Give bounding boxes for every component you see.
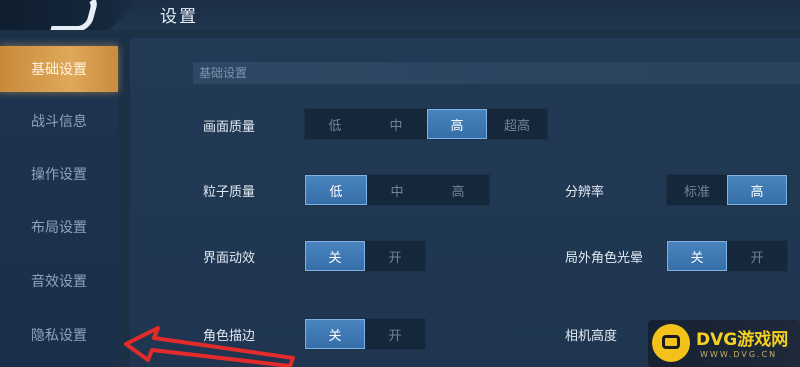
sidebar-item-privacy[interactable]: 隐私设置 bbox=[0, 312, 118, 358]
particle-quality-label: 粒子质量 bbox=[203, 185, 256, 200]
char-outline-toggle: 关 开 bbox=[304, 318, 426, 350]
picture-quality-selector: 低 中 高 超高 bbox=[304, 108, 548, 140]
char-outline-off[interactable]: 关 bbox=[305, 319, 365, 349]
picture-quality-label: 画面质量 bbox=[203, 120, 256, 135]
picture-quality-low[interactable]: 低 bbox=[305, 109, 365, 139]
section-header: 基础设置 bbox=[193, 62, 800, 84]
resolution-high[interactable]: 高 bbox=[727, 175, 787, 205]
watermark-brand: DVG游戏网 bbox=[696, 330, 789, 350]
watermark-domain: WWW.DVG.CN bbox=[700, 350, 778, 359]
sidebar-item-controls[interactable]: 操作设置 bbox=[0, 151, 118, 197]
outline-glow-off[interactable]: 关 bbox=[667, 241, 727, 271]
sidebar: 基础设置 战斗信息 操作设置 布局设置 音效设置 隐私设置 bbox=[0, 38, 118, 367]
particle-quality-selector: 低 中 高 bbox=[304, 174, 490, 206]
resolution-selector: 标准 高 bbox=[666, 174, 788, 206]
picture-quality-high[interactable]: 高 bbox=[427, 109, 487, 139]
picture-quality-mid[interactable]: 中 bbox=[365, 109, 427, 139]
red-arrow-annotation bbox=[124, 326, 295, 367]
gamepad-logo-icon bbox=[652, 324, 690, 362]
back-icon bbox=[49, 0, 101, 30]
ui-effects-off[interactable]: 关 bbox=[305, 241, 365, 271]
particle-quality-high[interactable]: 高 bbox=[427, 175, 489, 205]
page-title: 设置 bbox=[160, 7, 198, 27]
ui-effects-on[interactable]: 开 bbox=[365, 241, 425, 271]
sidebar-item-sound[interactable]: 音效设置 bbox=[0, 258, 118, 304]
sidebar-item-layout[interactable]: 布局设置 bbox=[0, 204, 118, 250]
camera-height-label: 相机高度 bbox=[565, 329, 618, 344]
sidebar-item-battle-info[interactable]: 战斗信息 bbox=[0, 98, 118, 144]
resolution-standard[interactable]: 标准 bbox=[667, 175, 727, 205]
resolution-label: 分辨率 bbox=[565, 185, 605, 200]
ui-effects-label: 界面动效 bbox=[203, 251, 256, 266]
watermark: DVG游戏网 WWW.DVG.CN bbox=[648, 320, 800, 367]
outline-glow-label: 局外角色光晕 bbox=[565, 251, 644, 266]
sidebar-item-basic[interactable]: 基础设置 bbox=[0, 46, 118, 92]
ui-effects-toggle: 关 开 bbox=[304, 240, 426, 272]
picture-quality-ultra[interactable]: 超高 bbox=[487, 109, 547, 139]
particle-quality-low[interactable]: 低 bbox=[305, 175, 367, 205]
outline-glow-on[interactable]: 开 bbox=[727, 241, 787, 271]
char-outline-on[interactable]: 开 bbox=[365, 319, 425, 349]
outline-glow-toggle: 关 开 bbox=[666, 240, 788, 272]
particle-quality-mid[interactable]: 中 bbox=[367, 175, 427, 205]
